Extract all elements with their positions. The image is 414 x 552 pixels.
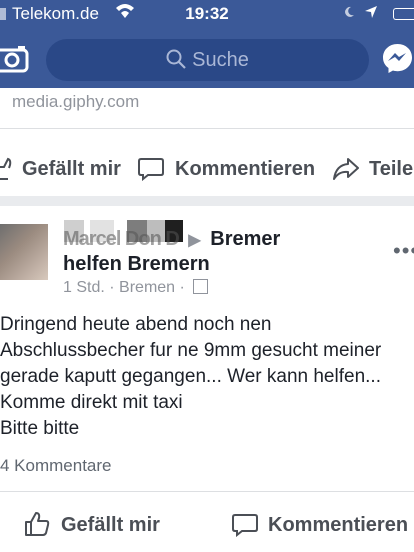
camera-icon[interactable] xyxy=(0,44,30,74)
group-icon xyxy=(193,279,209,294)
like-button[interactable]: Gefällt mir xyxy=(24,500,160,550)
group-name[interactable]: Bremer xyxy=(210,228,280,250)
search-icon xyxy=(166,49,186,69)
comment-label: Kommentieren xyxy=(268,514,409,536)
top-navbar: Suche xyxy=(0,30,414,88)
comment-count[interactable]: 4 Kommentare xyxy=(0,456,112,476)
avatar[interactable] xyxy=(0,224,48,280)
battery-icon xyxy=(393,8,414,20)
comment-button[interactable]: Kommentieren xyxy=(232,500,408,550)
like-label: Gefällt mir xyxy=(61,514,160,536)
author-name[interactable]: Marcel Don D xyxy=(63,228,180,250)
post-header-line1: Marcel Don D ▶ Bremer xyxy=(63,228,363,251)
previous-post-actions: Gefällt mir Kommentieren Teile xyxy=(0,144,414,194)
post-meta: 1 Std. · Bremen · xyxy=(63,279,209,297)
meta-separator: · xyxy=(179,279,190,296)
comment-icon xyxy=(138,158,164,181)
share-icon xyxy=(333,158,359,180)
share-button[interactable]: Teile xyxy=(333,144,413,194)
previous-post-card: media.giphy.com Gefällt mir Kommentieren… xyxy=(0,88,414,196)
search-input[interactable]: Suche xyxy=(46,39,369,81)
link-domain[interactable]: media.giphy.com xyxy=(12,92,139,112)
meta-separator: · xyxy=(109,279,120,296)
comment-button[interactable]: Kommentieren xyxy=(138,144,315,194)
like-icon xyxy=(25,512,50,536)
search-placeholder: Suche xyxy=(192,49,249,71)
post-location[interactable]: Bremen xyxy=(119,279,175,296)
moon-icon xyxy=(345,6,354,17)
status-bar: Telekom.de 19:32 xyxy=(0,0,414,30)
divider xyxy=(0,491,414,492)
triangle-right-icon: ▶ xyxy=(188,232,201,249)
post-card: Marcel Don D ▶ Bremer helfen Bremern 1 S… xyxy=(0,206,414,552)
like-icon xyxy=(0,157,12,180)
comment-label: Kommentieren xyxy=(175,158,316,180)
like-button[interactable]: Gefällt mir xyxy=(0,144,121,194)
post-actions: Gefällt mir Kommentieren xyxy=(0,500,414,550)
messenger-icon[interactable] xyxy=(381,42,414,75)
comment-icon xyxy=(232,514,258,537)
location-icon xyxy=(365,6,377,18)
like-label: Gefällt mir xyxy=(22,158,121,180)
share-label: Teile xyxy=(369,158,414,180)
post-time[interactable]: 1 Std. xyxy=(63,279,105,296)
post-text: Dringend heute abend noch nen Abschlussb… xyxy=(0,314,382,439)
divider xyxy=(0,128,414,129)
group-name-continued[interactable]: helfen Bremern xyxy=(63,253,210,276)
more-icon[interactable]: ••• xyxy=(393,238,414,264)
